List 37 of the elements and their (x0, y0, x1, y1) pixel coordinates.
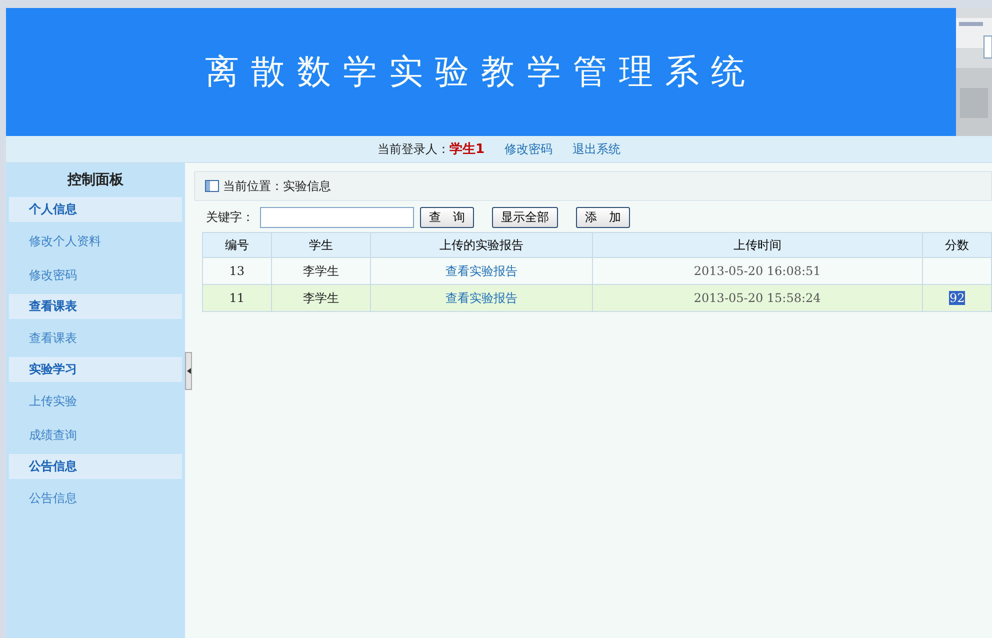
column-header: 分数 (922, 232, 992, 258)
column-header: 上传时间 (592, 232, 923, 258)
table-row[interactable]: 11 李学生 查看实验报告 2013-05-20 15:58:24 92 (202, 284, 992, 312)
window-icon (205, 180, 219, 192)
keyword-field[interactable] (260, 207, 414, 228)
sidebar-item[interactable]: 修改密码 (9, 260, 182, 294)
sidebar-item[interactable]: 成绩查询 (9, 420, 182, 454)
table-cell: 2013-05-20 15:58:24 (592, 284, 923, 312)
sidebar-item[interactable]: 查看课表 (9, 323, 182, 357)
banner-title: 离散数学实验教学管理系统 (205, 51, 757, 94)
header-link[interactable]: 修改密码 (504, 140, 553, 158)
header-link[interactable]: 退出系统 (572, 140, 621, 158)
sidebar-group-heading[interactable]: 查看课表 (9, 294, 182, 319)
collapse-handle[interactable] (185, 352, 192, 390)
sidebar-group-heading[interactable]: 实验学习 (9, 357, 182, 382)
sidebar-item[interactable]: 公告信息 (9, 483, 182, 517)
breadcrumb: 当前位置：实验信息 (223, 178, 331, 194)
column-header: 上传的实验报告 (370, 232, 592, 258)
column-header: 学生 (271, 232, 371, 258)
current-user: 当前登录人：学生1 (377, 141, 485, 158)
report-link[interactable]: 查看实验报告 (445, 290, 518, 304)
arrow-left-icon (186, 368, 191, 374)
sidebar-item[interactable]: 上传实验 (9, 386, 182, 420)
sidebar-group-heading[interactable]: 公告信息 (9, 454, 182, 479)
keyword-label: 关键字： (206, 209, 254, 226)
sidebar-group-heading[interactable]: 个人信息 (9, 197, 182, 222)
table-cell: 11 (202, 284, 272, 312)
toolbar-button[interactable]: 添 加 (576, 207, 630, 228)
toolbar-button[interactable]: 查 询 (420, 207, 474, 228)
table-row[interactable]: 13 李学生 查看实验报告 2013-05-20 16:08:51 (202, 258, 992, 284)
table-cell: 92 (922, 284, 992, 312)
sidebar-title: 控制面板 (66, 171, 125, 190)
sidebar-item[interactable]: 修改个人资料 (9, 226, 182, 260)
toolbar-button[interactable]: 显示全部 (492, 207, 558, 228)
table-cell: 李学生 (271, 284, 371, 312)
report-link[interactable]: 查看实验报告 (445, 264, 518, 278)
column-header: 编号 (202, 232, 272, 258)
